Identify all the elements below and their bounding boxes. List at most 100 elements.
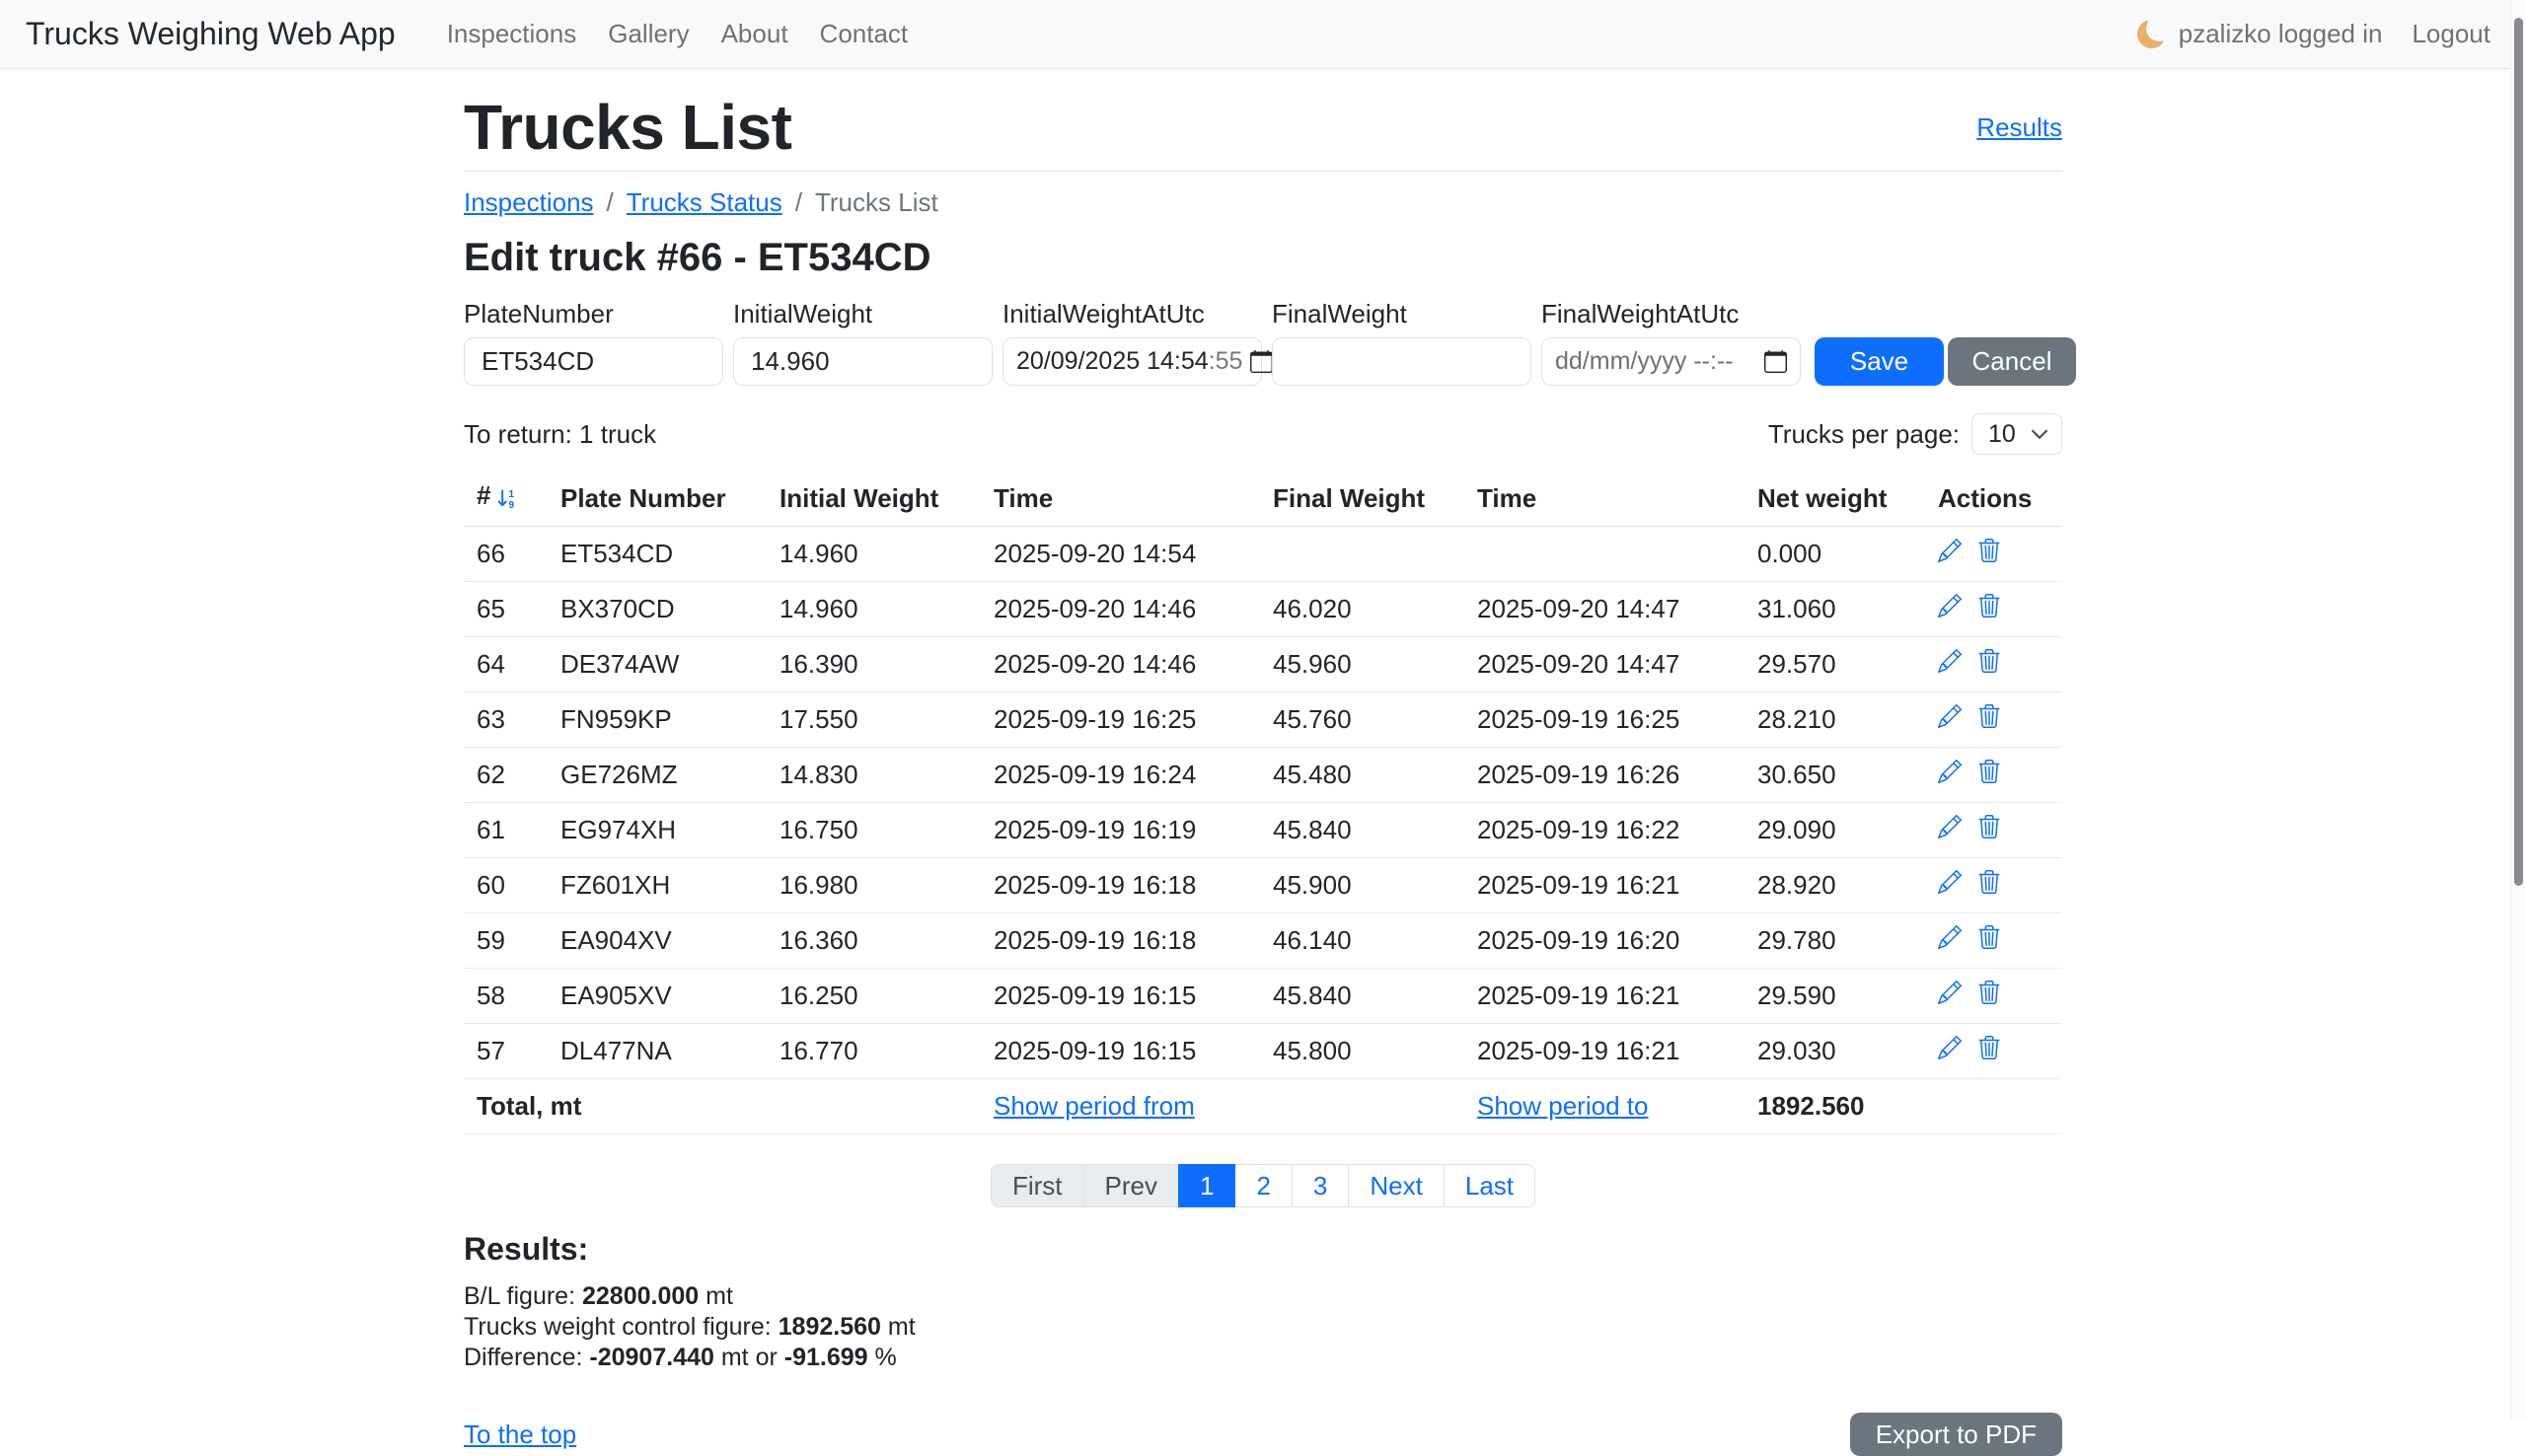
trash-icon[interactable] — [1977, 760, 2001, 783]
pencil-icon[interactable] — [1938, 925, 1962, 949]
table-cell: 2025-09-19 16:25 — [981, 692, 1260, 748]
results-heading: Results: — [464, 1231, 2062, 1268]
table-cell: 16.770 — [767, 1024, 981, 1079]
actions-cell — [1925, 969, 2062, 1024]
save-button[interactable]: Save — [1815, 337, 1944, 386]
nav-link-gallery[interactable]: Gallery — [592, 19, 705, 49]
trash-icon[interactable] — [1977, 649, 2001, 673]
table-cell: 2025-09-19 16:20 — [1464, 913, 1745, 969]
table-cell: 16.750 — [767, 803, 981, 858]
page-last[interactable]: Last — [1444, 1164, 1535, 1207]
pencil-icon[interactable] — [1938, 870, 1962, 894]
final-weight-at-utc-input[interactable]: dd/mm/yyyy --:-- — [1541, 337, 1801, 386]
sort-numeric-down-icon[interactable]: 19 — [496, 485, 518, 516]
table-cell: 66 — [464, 527, 548, 582]
trash-icon[interactable] — [1977, 981, 2001, 1004]
table-cell: FN959KP — [548, 692, 767, 748]
app-brand[interactable]: Trucks Weighing Web App — [26, 16, 396, 52]
pencil-icon[interactable] — [1938, 815, 1962, 838]
table-cell: EA905XV — [548, 969, 767, 1024]
table-cell: 2025-09-20 14:47 — [1464, 637, 1745, 692]
logout-link[interactable]: Logout — [2412, 19, 2490, 49]
trash-icon[interactable] — [1977, 870, 2001, 894]
navbar-right: pzalizko logged in Logout — [2137, 19, 2490, 49]
table-cell: 29.570 — [1745, 637, 1925, 692]
pencil-icon[interactable] — [1938, 539, 1962, 562]
table-cell: EG974XH — [548, 803, 767, 858]
table-cell: 28.210 — [1745, 692, 1925, 748]
nav-link-inspections[interactable]: Inspections — [431, 19, 593, 49]
table-cell: 2025-09-20 14:46 — [981, 582, 1260, 637]
actions-cell — [1925, 803, 2062, 858]
moon-icon[interactable] — [2137, 21, 2165, 48]
trash-icon[interactable] — [1977, 925, 2001, 949]
initial-weight-at-utc-label: InitialWeightAtUtc — [1003, 299, 1262, 329]
result-line: B/L figure: 22800.000 mt — [464, 1281, 2062, 1312]
to-the-top-link[interactable]: To the top — [464, 1420, 576, 1450]
export-to-pdf-button[interactable]: Export to PDF — [1850, 1413, 2062, 1456]
page-2[interactable]: 2 — [1234, 1164, 1292, 1207]
main-container: Trucks List Results Inspections/Trucks S… — [464, 69, 2062, 1456]
pencil-icon[interactable] — [1938, 594, 1962, 618]
plate-number-input[interactable] — [464, 337, 723, 386]
page-1[interactable]: 1 — [1178, 1164, 1235, 1207]
pencil-icon[interactable] — [1938, 704, 1962, 728]
pencil-icon[interactable] — [1938, 760, 1962, 783]
pencil-icon[interactable] — [1938, 649, 1962, 673]
trash-icon[interactable] — [1977, 539, 2001, 562]
table-header-row: #19Plate NumberInitial WeightTimeFinal W… — [464, 471, 2062, 527]
table-total-row: Total, mt Show period from Show period t… — [464, 1079, 2062, 1134]
breadcrumb-item-inspections[interactable]: Inspections — [464, 187, 594, 218]
trash-icon[interactable] — [1977, 594, 2001, 618]
table-cell: 31.060 — [1745, 582, 1925, 637]
table-cell: 2025-09-19 16:21 — [1464, 858, 1745, 913]
table-cell: 2025-09-19 16:15 — [981, 969, 1260, 1024]
to-return-text: To return: 1 truck — [464, 419, 656, 450]
trash-icon[interactable] — [1977, 815, 2001, 838]
table-cell: 2025-09-19 16:21 — [1464, 1024, 1745, 1079]
show-period-from-link[interactable]: Show period from — [994, 1091, 1195, 1121]
table-cell: 29.780 — [1745, 913, 1925, 969]
pencil-icon[interactable] — [1938, 1036, 1962, 1059]
table-cell: BX370CD — [548, 582, 767, 637]
breadcrumb-item-trucks-status[interactable]: Trucks Status — [627, 187, 782, 218]
calendar-icon[interactable] — [1250, 350, 1273, 373]
table-cell: 60 — [464, 858, 548, 913]
table-row: 63FN959KP17.5502025-09-19 16:2545.760202… — [464, 692, 2062, 748]
table-cell: 45.800 — [1260, 1024, 1464, 1079]
trash-icon[interactable] — [1977, 704, 2001, 728]
initial-weight-at-utc-input[interactable]: 20/09/2025 14:54:55 — [1003, 337, 1262, 386]
table-cell: 45.960 — [1260, 637, 1464, 692]
table-cell: 16.980 — [767, 858, 981, 913]
per-page-label: Trucks per page: — [1768, 419, 1960, 450]
actions-cell — [1925, 1024, 2062, 1079]
cancel-button[interactable]: Cancel — [1948, 337, 2076, 386]
column-header-time: Time — [981, 471, 1260, 527]
navbar: Trucks Weighing Web App InspectionsGalle… — [0, 0, 2526, 69]
scrollbar-thumb[interactable] — [2514, 18, 2523, 886]
breadcrumb-separator: / — [782, 187, 815, 218]
chevron-down-icon — [2030, 424, 2049, 444]
page-first: First — [991, 1164, 1084, 1207]
show-period-to-link[interactable]: Show period to — [1477, 1091, 1648, 1121]
scrollbar[interactable] — [2510, 0, 2526, 1420]
table-cell: ET534CD — [548, 527, 767, 582]
table-cell: 2025-09-19 16:15 — [981, 1024, 1260, 1079]
trash-icon[interactable] — [1977, 1036, 2001, 1059]
result-line: Trucks weight control figure: 1892.560 m… — [464, 1312, 2062, 1343]
final-weight-input[interactable] — [1272, 337, 1531, 386]
results-block: Results: B/L figure: 22800.000 mtTrucks … — [464, 1231, 2062, 1373]
per-page-select[interactable]: 10 — [1971, 413, 2062, 455]
calendar-icon[interactable] — [1764, 350, 1787, 373]
table-cell: 2025-09-20 14:54 — [981, 527, 1260, 582]
page-3[interactable]: 3 — [1292, 1164, 1349, 1207]
results-link[interactable]: Results — [1976, 112, 2062, 143]
initial-weight-input[interactable] — [733, 337, 993, 386]
nav-link-about[interactable]: About — [706, 19, 804, 49]
pencil-icon[interactable] — [1938, 981, 1962, 1004]
column-header-index[interactable]: #19 — [464, 471, 548, 527]
page-next[interactable]: Next — [1348, 1164, 1444, 1207]
nav-link-contact[interactable]: Contact — [804, 19, 925, 49]
table-cell: 58 — [464, 969, 548, 1024]
table-cell: DE374AW — [548, 637, 767, 692]
